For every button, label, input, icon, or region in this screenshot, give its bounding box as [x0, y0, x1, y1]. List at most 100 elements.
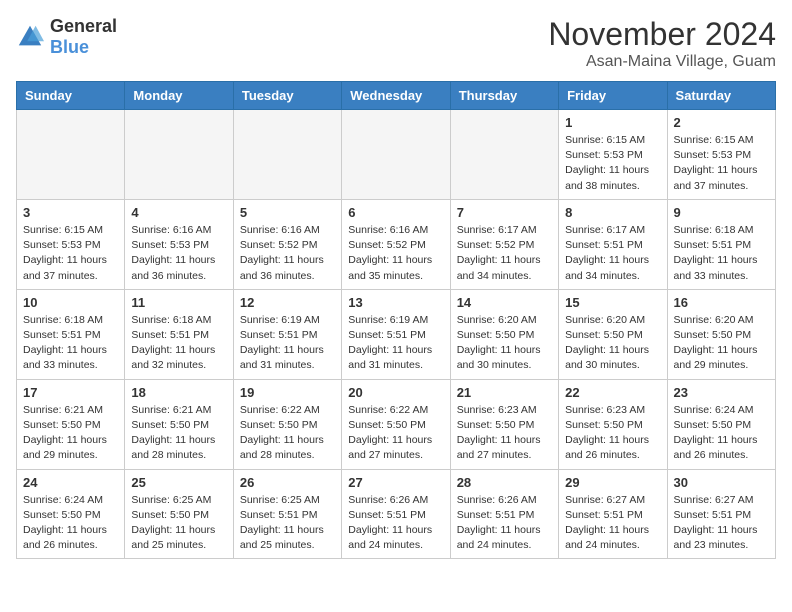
day-number: 27	[348, 475, 443, 490]
calendar-cell: 5Sunrise: 6:16 AMSunset: 5:52 PMDaylight…	[233, 199, 341, 289]
calendar-cell: 4 Sunrise: 6:16 AMSunset: 5:53 PMDaylight…	[125, 199, 233, 289]
calendar-cell: 2 Sunrise: 6:15 AMSunset: 5:53 PMDaylight…	[667, 110, 775, 200]
logo-mark: General Blue	[16, 16, 117, 58]
day-header-wednesday: Wednesday	[342, 82, 450, 110]
calendar-cell	[233, 110, 341, 200]
day-number: 4	[131, 205, 226, 220]
calendar-cell	[342, 110, 450, 200]
calendar-cell: 30Sunrise: 6:27 AMSunset: 5:51 PMDayligh…	[667, 469, 775, 559]
cell-info: Sunrise: 6:24 AMSunset: 5:50 PMDaylight:…	[23, 493, 118, 554]
cell-info: Sunrise: 6:15 AMSunset: 5:53 PMDaylight:…	[674, 133, 769, 194]
day-number: 9	[674, 205, 769, 220]
cell-info: Sunrise: 6:25 AMSunset: 5:50 PMDaylight:…	[131, 493, 226, 554]
day-number: 23	[674, 385, 769, 400]
calendar-cell: 14 Sunrise: 6:20 AMSunset: 5:50 PMDayligh…	[450, 289, 558, 379]
cell-info: Sunrise: 6:19 AMSunset: 5:51 PMDaylight:…	[240, 313, 335, 374]
cell-info: Sunrise: 6:15 AMSunset: 5:53 PMDaylight:…	[23, 223, 118, 284]
day-number: 25	[131, 475, 226, 490]
day-number: 28	[457, 475, 552, 490]
cell-info: Sunrise: 6:18 AMSunset: 5:51 PMDaylight:…	[674, 223, 769, 284]
calendar-cell	[450, 110, 558, 200]
day-number: 24	[23, 475, 118, 490]
calendar-cell	[125, 110, 233, 200]
day-number: 13	[348, 295, 443, 310]
cell-info: Sunrise: 6:24 AMSunset: 5:50 PMDaylight:…	[674, 403, 769, 464]
cell-info: Sunrise: 6:17 AMSunset: 5:52 PMDaylight:…	[457, 223, 552, 284]
day-number: 2	[674, 115, 769, 130]
page-header: General Blue November 2024 Asan-Maina Vi…	[16, 16, 776, 71]
calendar-cell: 21 Sunrise: 6:23 AMSunset: 5:50 PMDayligh…	[450, 379, 558, 469]
calendar-cell: 7 Sunrise: 6:17 AMSunset: 5:52 PMDaylight…	[450, 199, 558, 289]
logo-general: General	[50, 16, 117, 36]
calendar-cell: 20 Sunrise: 6:22 AMSunset: 5:50 PMDayligh…	[342, 379, 450, 469]
calendar-week-1: 1 Sunrise: 6:15 AMSunset: 5:53 PMDaylight…	[17, 110, 776, 200]
cell-info: Sunrise: 6:23 AMSunset: 5:50 PMDaylight:…	[457, 403, 552, 464]
logo-icon	[16, 23, 44, 51]
cell-info: Sunrise: 6:16 AMSunset: 5:53 PMDaylight:…	[131, 223, 226, 284]
calendar-cell: 8Sunrise: 6:17 AMSunset: 5:51 PMDaylight…	[559, 199, 667, 289]
day-number: 8	[565, 205, 660, 220]
calendar-cell: 27 Sunrise: 6:26 AMSunset: 5:51 PMDayligh…	[342, 469, 450, 559]
day-number: 22	[565, 385, 660, 400]
day-header-thursday: Thursday	[450, 82, 558, 110]
day-header-monday: Monday	[125, 82, 233, 110]
cell-info: Sunrise: 6:25 AMSunset: 5:51 PMDaylight:…	[240, 493, 335, 554]
day-number: 26	[240, 475, 335, 490]
day-number: 10	[23, 295, 118, 310]
title-section: November 2024 Asan-Maina Village, Guam	[548, 16, 776, 71]
day-number: 11	[131, 295, 226, 310]
day-number: 6	[348, 205, 443, 220]
calendar-cell: 28 Sunrise: 6:26 AMSunset: 5:51 PMDayligh…	[450, 469, 558, 559]
calendar-cell: 18 Sunrise: 6:21 AMSunset: 5:50 PMDayligh…	[125, 379, 233, 469]
day-number: 20	[348, 385, 443, 400]
calendar-cell: 16Sunrise: 6:20 AMSunset: 5:50 PMDayligh…	[667, 289, 775, 379]
calendar-cell: 15Sunrise: 6:20 AMSunset: 5:50 PMDayligh…	[559, 289, 667, 379]
cell-info: Sunrise: 6:21 AMSunset: 5:50 PMDaylight:…	[131, 403, 226, 464]
cell-info: Sunrise: 6:19 AMSunset: 5:51 PMDaylight:…	[348, 313, 443, 374]
day-header-saturday: Saturday	[667, 82, 775, 110]
day-number: 15	[565, 295, 660, 310]
cell-info: Sunrise: 6:22 AMSunset: 5:50 PMDaylight:…	[348, 403, 443, 464]
logo-blue: Blue	[50, 37, 89, 57]
calendar-cell: 9 Sunrise: 6:18 AMSunset: 5:51 PMDaylight…	[667, 199, 775, 289]
day-number: 1	[565, 115, 660, 130]
day-number: 7	[457, 205, 552, 220]
cell-info: Sunrise: 6:20 AMSunset: 5:50 PMDaylight:…	[457, 313, 552, 374]
logo: General Blue	[16, 16, 117, 58]
calendar-cell: 13 Sunrise: 6:19 AMSunset: 5:51 PMDayligh…	[342, 289, 450, 379]
calendar-week-5: 24 Sunrise: 6:24 AMSunset: 5:50 PMDayligh…	[17, 469, 776, 559]
day-number: 18	[131, 385, 226, 400]
cell-info: Sunrise: 6:23 AMSunset: 5:50 PMDaylight:…	[565, 403, 660, 464]
calendar-cell: 6 Sunrise: 6:16 AMSunset: 5:52 PMDaylight…	[342, 199, 450, 289]
cell-info: Sunrise: 6:16 AMSunset: 5:52 PMDaylight:…	[240, 223, 335, 284]
calendar-table: SundayMondayTuesdayWednesdayThursdayFrid…	[16, 81, 776, 559]
day-number: 14	[457, 295, 552, 310]
cell-info: Sunrise: 6:20 AMSunset: 5:50 PMDaylight:…	[674, 313, 769, 374]
day-number: 29	[565, 475, 660, 490]
calendar-week-2: 3Sunrise: 6:15 AMSunset: 5:53 PMDaylight…	[17, 199, 776, 289]
location-title: Asan-Maina Village, Guam	[548, 53, 776, 71]
calendar-week-3: 10 Sunrise: 6:18 AMSunset: 5:51 PMDayligh…	[17, 289, 776, 379]
calendar-cell: 29 Sunrise: 6:27 AMSunset: 5:51 PMDayligh…	[559, 469, 667, 559]
cell-info: Sunrise: 6:26 AMSunset: 5:51 PMDaylight:…	[348, 493, 443, 554]
calendar-cell: 11 Sunrise: 6:18 AMSunset: 5:51 PMDayligh…	[125, 289, 233, 379]
day-header-sunday: Sunday	[17, 82, 125, 110]
calendar-cell: 22 Sunrise: 6:23 AMSunset: 5:50 PMDayligh…	[559, 379, 667, 469]
cell-info: Sunrise: 6:15 AMSunset: 5:53 PMDaylight:…	[565, 133, 660, 194]
day-header-tuesday: Tuesday	[233, 82, 341, 110]
day-number: 12	[240, 295, 335, 310]
cell-info: Sunrise: 6:22 AMSunset: 5:50 PMDaylight:…	[240, 403, 335, 464]
day-number: 17	[23, 385, 118, 400]
month-title: November 2024	[548, 16, 776, 53]
cell-info: Sunrise: 6:26 AMSunset: 5:51 PMDaylight:…	[457, 493, 552, 554]
day-number: 30	[674, 475, 769, 490]
day-number: 21	[457, 385, 552, 400]
calendar-cell: 23 Sunrise: 6:24 AMSunset: 5:50 PMDayligh…	[667, 379, 775, 469]
calendar-header-row: SundayMondayTuesdayWednesdayThursdayFrid…	[17, 82, 776, 110]
cell-info: Sunrise: 6:21 AMSunset: 5:50 PMDaylight:…	[23, 403, 118, 464]
cell-info: Sunrise: 6:16 AMSunset: 5:52 PMDaylight:…	[348, 223, 443, 284]
calendar-cell: 26 Sunrise: 6:25 AMSunset: 5:51 PMDayligh…	[233, 469, 341, 559]
calendar-cell: 25 Sunrise: 6:25 AMSunset: 5:50 PMDayligh…	[125, 469, 233, 559]
cell-info: Sunrise: 6:27 AMSunset: 5:51 PMDaylight:…	[565, 493, 660, 554]
cell-info: Sunrise: 6:18 AMSunset: 5:51 PMDaylight:…	[131, 313, 226, 374]
